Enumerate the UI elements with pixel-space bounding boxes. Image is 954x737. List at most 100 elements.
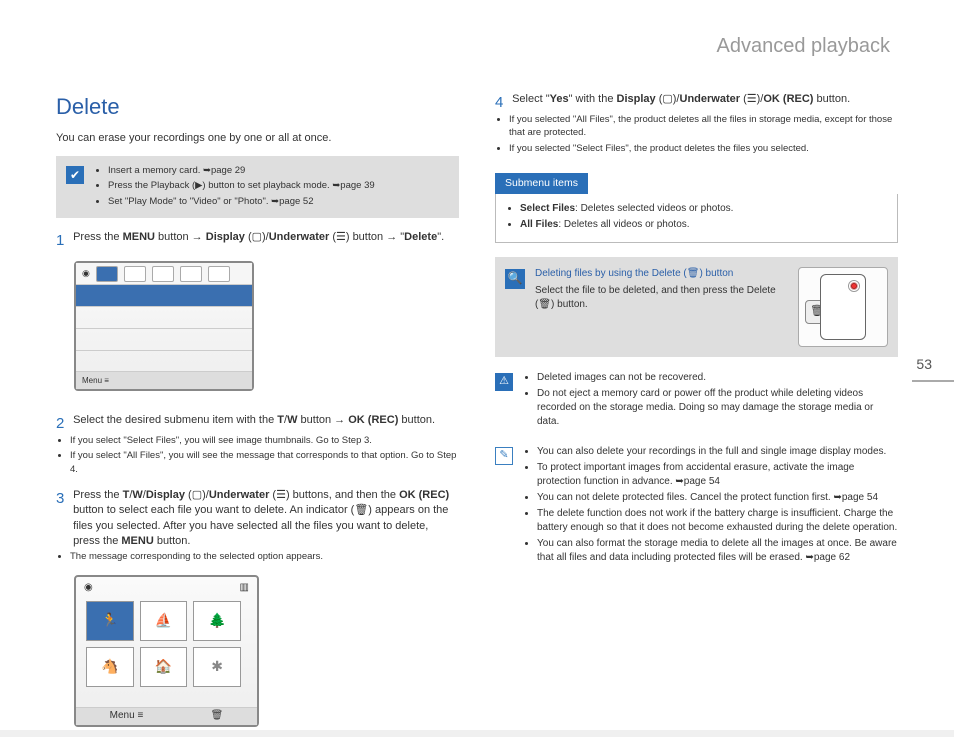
- tab-icon: [208, 266, 230, 282]
- t: MENU: [121, 535, 153, 547]
- t: button →: [297, 414, 348, 426]
- menu-label: Menu ≡: [82, 375, 109, 386]
- t: W: [287, 414, 297, 426]
- step-text: Select the desired submenu item with the…: [73, 413, 458, 428]
- tip-title: Deleting files by using the Delete (🗑) b…: [535, 267, 788, 281]
- t: : Deletes selected videos or photos.: [575, 203, 733, 214]
- warn-bullet: Do not eject a memory card or power off …: [537, 387, 898, 429]
- t: " with the: [569, 93, 617, 105]
- menu-row-selected: [76, 285, 252, 307]
- info-bullet: You can also format the storage media to…: [537, 537, 898, 565]
- t: Press the: [73, 231, 123, 243]
- prereq-list: Insert a memory card. ➥page 29 Press the…: [94, 164, 375, 210]
- battery-icon: ▥: [240, 581, 249, 593]
- t: Display: [617, 93, 656, 105]
- t: Display: [146, 489, 185, 501]
- step-1: 1 Press the MENU button → Display (▢)/Un…: [56, 230, 459, 251]
- t: button.: [813, 93, 850, 105]
- tab-icon: [124, 266, 146, 282]
- t: Underwater: [269, 231, 330, 243]
- t: (☰)/: [740, 93, 763, 105]
- page-divider: [912, 380, 954, 382]
- t: OK (REC): [763, 93, 813, 105]
- info-bullet: The delete function does not work if the…: [537, 507, 898, 535]
- step-number: 3: [56, 488, 70, 509]
- submenu-item: Select Files: Deletes selected videos or…: [520, 202, 887, 216]
- t: MENU: [123, 231, 155, 243]
- prereq-item: Insert a memory card. ➥page 29: [108, 164, 375, 177]
- t: Yes: [550, 93, 569, 105]
- thumbnail: 🌲: [193, 601, 241, 641]
- bullet: If you selected "All Files", the product…: [509, 113, 898, 140]
- t: (☰) buttons, and then the: [269, 489, 399, 501]
- t: All Files: [520, 219, 558, 230]
- thumbnail: 🐴: [86, 647, 134, 687]
- t: (▢)/: [656, 93, 680, 105]
- t: Display: [206, 231, 245, 243]
- chapter-title: Advanced playback: [717, 32, 890, 60]
- step-text: Select "Yes" with the Display (▢)/Underw…: [512, 92, 897, 107]
- prereq-note-box: ✔ Insert a memory card. ➥page 29 Press t…: [56, 156, 459, 218]
- step-number: 1: [56, 230, 70, 251]
- submenu-item: All Files: Deletes all videos or photos.: [520, 218, 887, 232]
- screenshot-menu: ◉ Menu ≡: [74, 261, 254, 391]
- t: Underwater: [209, 489, 270, 501]
- t: OK (REC): [399, 489, 449, 501]
- t: W: [132, 489, 142, 501]
- tab-icon: [152, 266, 174, 282]
- t: If you select "All Files", you will see …: [70, 450, 456, 474]
- bullet: The message corresponding to the selecte…: [70, 550, 459, 563]
- tab-icon: [180, 266, 202, 282]
- prereq-item: Set "Play Mode" to "Video" or "Photo". ➥…: [108, 195, 375, 208]
- trash-icon: 🗑: [211, 709, 224, 723]
- step-3: 3 Press the T/W/Display (▢)/Underwater (…: [56, 488, 459, 550]
- t: If you select "Select Files", you will s…: [70, 435, 372, 446]
- menu-row: [76, 329, 252, 351]
- t: Underwater: [680, 93, 741, 105]
- t: Select the desired submenu item with the: [73, 414, 277, 426]
- warn-bullet: Deleted images can not be recovered.: [537, 371, 898, 385]
- t: Select Files: [520, 203, 575, 214]
- t: Delete: [404, 231, 437, 243]
- submenu-title: Submenu items: [495, 173, 588, 194]
- section-heading: Delete: [56, 92, 459, 123]
- note-icon: ✎: [495, 447, 513, 465]
- menu-label: Menu ≡: [110, 709, 144, 723]
- warning-icon: ⚠: [495, 373, 513, 391]
- check-icon: ✔: [66, 166, 84, 184]
- step-number: 2: [56, 413, 70, 434]
- step-2: 2 Select the desired submenu item with t…: [56, 413, 459, 434]
- page-number: 53: [916, 355, 932, 375]
- step3-bullets: The message corresponding to the selecte…: [56, 550, 459, 563]
- t: button →: [155, 231, 206, 243]
- tip-delete-button: 🔍 Deleting files by using the Delete (🗑)…: [495, 257, 898, 357]
- t: (☰) button → ": [329, 231, 404, 243]
- record-icon: ◉: [84, 581, 93, 593]
- t: Press the: [73, 489, 123, 501]
- screenshot-thumbnails: ◉▥ 🏃 ⛵ 🌲 🐴 🏠 ✱ Menu ≡🗑: [74, 575, 259, 727]
- tip-body: Select the file to be deleted, and then …: [535, 284, 788, 312]
- thumbnail-selected: 🏃: [86, 601, 134, 641]
- info-bullet: To protect important images from acciden…: [537, 461, 898, 489]
- step-number: 4: [495, 92, 509, 113]
- thumbnail: 🏠: [140, 647, 188, 687]
- submenu-section: Submenu items Select Files: Deletes sele…: [495, 173, 898, 243]
- intro-text: You can erase your recordings one by one…: [56, 131, 459, 146]
- tab-icon: [96, 266, 118, 282]
- menu-row: [76, 307, 252, 329]
- t: button.: [398, 414, 435, 426]
- info-block: ✎ You can also delete your recordings in…: [495, 445, 898, 567]
- prereq-item: Press the Playback (▶) button to set pla…: [108, 179, 375, 192]
- step2-bullets: If you select "Select Files", you will s…: [56, 434, 459, 476]
- t: button.: [154, 535, 191, 547]
- record-icon: ◉: [82, 267, 90, 280]
- t: (▢)/: [185, 489, 209, 501]
- warning-block: ⚠ Deleted images can not be recovered. D…: [495, 371, 898, 431]
- camera-illustration: 🗑: [798, 267, 888, 347]
- bullet: If you select "Select Files", you will s…: [70, 434, 459, 447]
- t: ".: [437, 231, 444, 243]
- t: (▢)/: [245, 231, 269, 243]
- step4-bullets: If you selected "All Files", the product…: [495, 113, 898, 155]
- step-4: 4 Select "Yes" with the Display (▢)/Unde…: [495, 92, 898, 113]
- info-bullet: You can not delete protected files. Canc…: [537, 491, 898, 505]
